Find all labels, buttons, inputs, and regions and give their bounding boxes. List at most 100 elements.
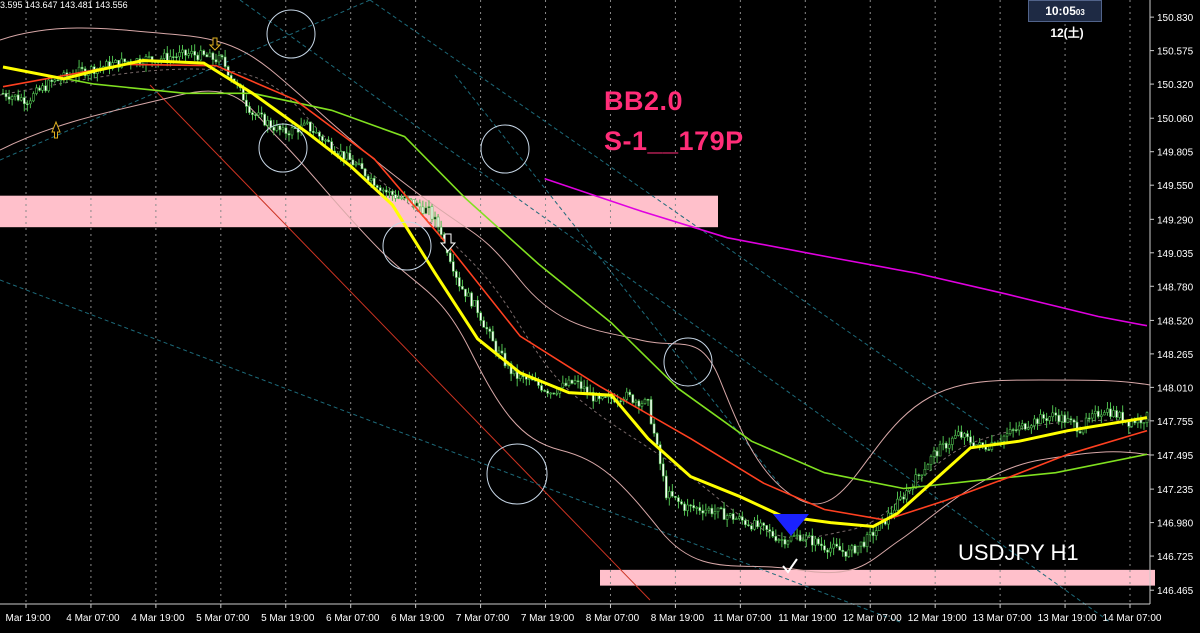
candle-body xyxy=(966,433,969,438)
symbol-label: USDJPY H1 xyxy=(958,540,1079,565)
candle-body xyxy=(22,97,26,105)
candle-body xyxy=(38,87,41,91)
candle-body xyxy=(801,539,805,541)
candle-body xyxy=(467,292,470,297)
candle-body xyxy=(382,189,385,192)
candle-body xyxy=(765,525,768,530)
y-tick-label: 147.235 xyxy=(1157,485,1194,496)
signal-triangle-icon xyxy=(773,514,809,536)
candle-body xyxy=(1036,418,1039,425)
candle-body xyxy=(652,423,656,434)
candle-body xyxy=(932,450,936,457)
candle-body xyxy=(762,522,765,526)
candle-body xyxy=(451,261,455,272)
candle-body xyxy=(689,504,692,507)
candle-body xyxy=(528,378,531,380)
candle-body xyxy=(549,392,552,395)
candle-body xyxy=(357,163,361,165)
candle-body xyxy=(32,93,35,102)
y-tick-label: 147.495 xyxy=(1157,451,1194,462)
candle-body xyxy=(214,59,218,63)
candle-body xyxy=(1002,435,1006,442)
y-tick-label: 148.520 xyxy=(1157,316,1194,327)
candle-body xyxy=(1100,414,1103,417)
x-tick-label: 11 Mar 07:00 xyxy=(713,613,772,624)
candle-body xyxy=(1069,418,1073,421)
candle-body xyxy=(692,505,695,509)
candle-body xyxy=(905,490,908,500)
price-zone xyxy=(600,569,1155,586)
candle-body xyxy=(634,400,638,403)
candle-body xyxy=(415,202,419,207)
ohlc-readout: 3.595 143.647 143.481 143.556 xyxy=(0,0,128,10)
candle-body xyxy=(865,534,869,547)
candle-body xyxy=(1118,411,1121,418)
candle-body xyxy=(914,474,918,489)
candle-body xyxy=(710,507,714,515)
candle-body xyxy=(1103,412,1106,416)
candle-body xyxy=(1072,419,1076,423)
y-tick-label: 148.265 xyxy=(1157,350,1194,361)
candle-body xyxy=(339,151,343,156)
candle-body xyxy=(619,400,622,403)
candle-body xyxy=(485,327,489,330)
candle-body xyxy=(874,530,878,537)
candle-body xyxy=(823,545,826,551)
marker-circle xyxy=(486,443,548,505)
candle-body xyxy=(430,206,434,220)
candle-body xyxy=(348,152,352,161)
candle-body xyxy=(585,386,589,394)
candle-body xyxy=(260,112,263,115)
candle-body xyxy=(853,545,857,554)
x-tick-label: 14 Mar 07:00 xyxy=(1103,613,1162,624)
candle-body xyxy=(777,539,781,541)
candle-body xyxy=(16,94,20,101)
candle-body xyxy=(208,52,212,58)
candle-body xyxy=(838,545,842,551)
candle-body xyxy=(512,370,516,375)
candle-body xyxy=(4,93,8,98)
candle-body xyxy=(105,61,108,67)
candle-body xyxy=(162,52,166,59)
candle-body xyxy=(722,508,726,520)
candle-body xyxy=(482,320,486,328)
candle-body xyxy=(1109,408,1112,417)
candle-body xyxy=(719,507,723,510)
candle-body xyxy=(187,53,190,56)
candle-body xyxy=(10,96,14,100)
candle-body xyxy=(1011,429,1015,431)
candle-body xyxy=(686,504,689,511)
candle-body xyxy=(47,79,50,92)
candle-body xyxy=(321,136,324,141)
candle-body xyxy=(811,535,814,546)
candle-body xyxy=(439,226,443,235)
candle-body xyxy=(470,292,473,307)
chart-canvas[interactable]: Mar 19:00 4 Mar 07:00 4 Mar 19:00 5 Mar 07:… xyxy=(0,0,1200,628)
candle-body xyxy=(713,511,717,515)
y-tick-label: 146.465 xyxy=(1157,586,1194,597)
price-chart[interactable]: Mar 19:00 4 Mar 07:00 4 Mar 19:00 5 Mar 07:… xyxy=(0,0,1200,628)
candle-body xyxy=(771,530,775,537)
candle-body xyxy=(947,444,951,449)
candle-body xyxy=(661,463,665,477)
candle-body xyxy=(847,549,851,557)
candle-body xyxy=(354,163,358,166)
candle-body xyxy=(798,534,802,541)
candle-body xyxy=(923,469,927,476)
candle-body xyxy=(205,54,209,58)
candle-body xyxy=(604,396,607,398)
x-tick-label: Mar 19:00 xyxy=(5,613,50,624)
candle-body xyxy=(220,55,224,58)
candle-body xyxy=(795,534,799,537)
candle-body xyxy=(579,381,583,389)
candle-body xyxy=(941,442,945,445)
candle-body xyxy=(643,399,647,404)
candle-body xyxy=(345,152,349,160)
candle-body xyxy=(640,403,644,407)
y-tick-label: 148.010 xyxy=(1157,383,1194,394)
candle-body xyxy=(561,382,565,389)
candle-body xyxy=(759,522,762,528)
candle-body xyxy=(944,442,948,449)
candle-body xyxy=(698,507,702,511)
candle-body xyxy=(378,187,382,191)
